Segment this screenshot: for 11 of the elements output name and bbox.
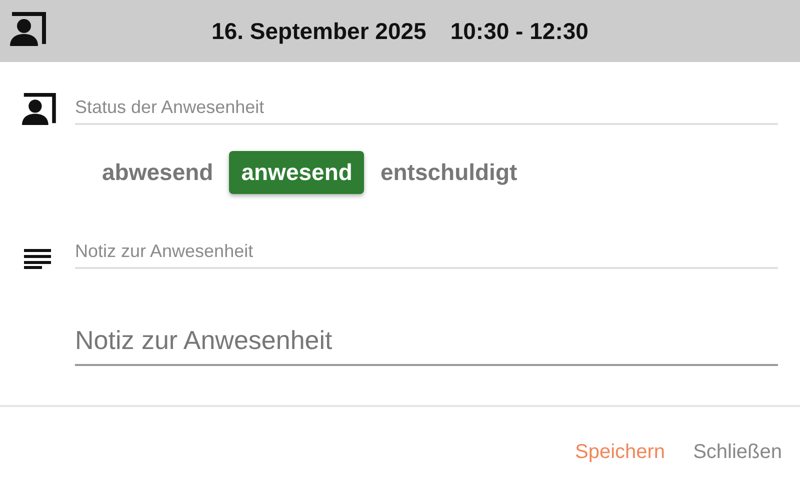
status-option[interactable]: anwesend — [229, 151, 364, 194]
close-button[interactable]: Schließen — [687, 432, 788, 470]
contact-card-icon — [8, 12, 46, 46]
status-option[interactable]: entschuldigt — [368, 151, 530, 194]
section-label: Status der Anwesenheit — [75, 94, 778, 125]
notes-icon — [24, 248, 51, 268]
save-button[interactable]: Speichern — [569, 432, 672, 470]
status-option[interactable]: abwesend — [90, 151, 226, 194]
time-range: 10:30 - 12:30 — [450, 16, 588, 46]
section-label: Notiz zur Anwesenheit — [75, 238, 778, 268]
date-title: 16. September 2025 — [212, 16, 426, 46]
